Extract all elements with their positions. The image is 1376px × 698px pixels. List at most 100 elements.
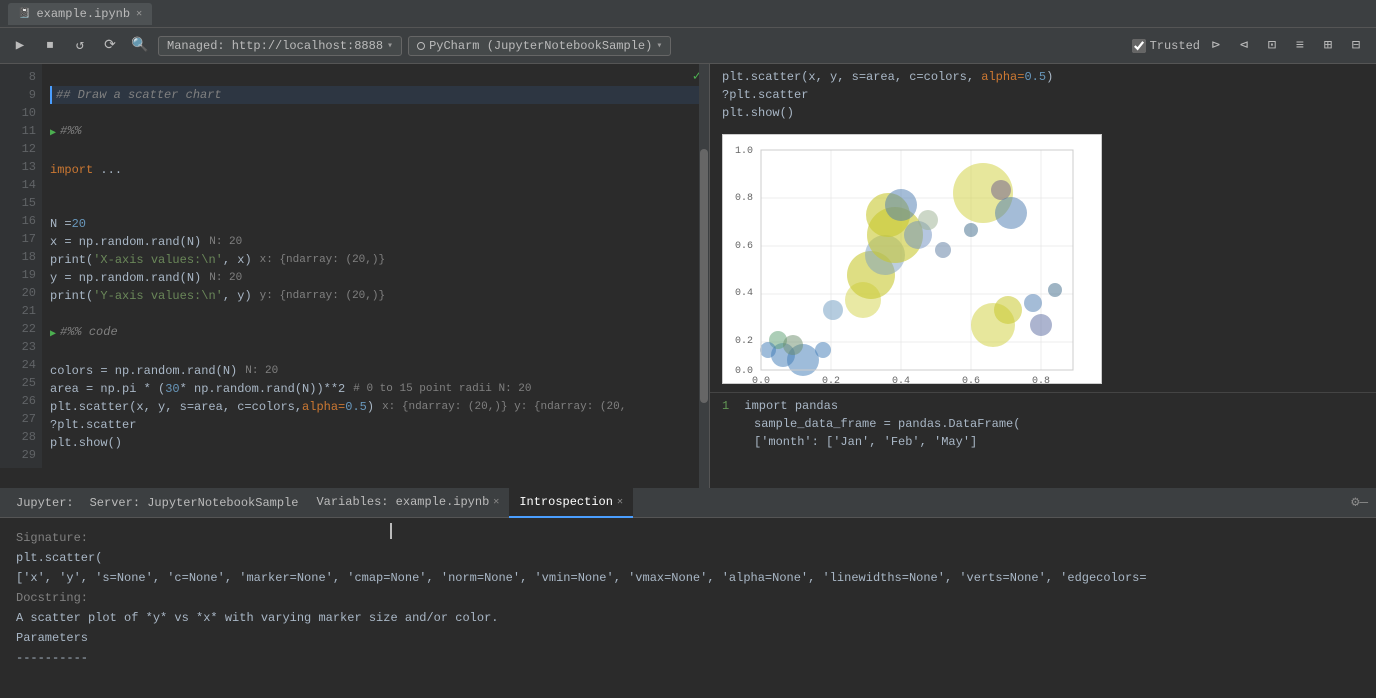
toolbar-btn-t1[interactable]: ⊳ — [1204, 34, 1228, 58]
line18-print: print( — [50, 251, 93, 269]
docstring-label-line: Docstring: — [16, 588, 1360, 608]
code-line-28: plt.show() — [50, 434, 701, 452]
line25-hint: # 0 to 15 point radii N: 20 — [353, 380, 531, 398]
line27-code: ?plt.scatter — [50, 416, 136, 434]
main-split: 89101112 1314151617 1819202122 232425262… — [0, 64, 1376, 488]
params-text: ['x', 'y', 's=None', 'c=None', 'marker=N… — [16, 571, 1147, 585]
tab-introspection[interactable]: Introspection ✕ — [509, 488, 633, 518]
toolbar-btn-t3[interactable]: ⊡ — [1260, 34, 1284, 58]
signature-line: Signature: — [16, 528, 1360, 548]
toolbar-btn-stop[interactable]: ⏹ — [38, 34, 62, 58]
scatter-chart-svg: 1.0 0.8 0.6 0.4 0.2 0.0 0.0 0.2 0.4 0.6 … — [723, 135, 1103, 385]
line17-code: x = np.random.rand(N) — [50, 233, 201, 251]
signature-code-line: plt.scatter( — [16, 548, 1360, 568]
code-line-22: ▶ #%% code — [50, 323, 701, 344]
line19-hint: N: 20 — [209, 269, 242, 287]
svg-text:0.0: 0.0 — [735, 366, 753, 377]
line11-text: #%% — [60, 122, 82, 140]
line20-hint: y: {ndarray: (20,)} — [260, 287, 385, 305]
params-header: Parameters — [16, 631, 88, 645]
bubble — [1048, 283, 1062, 297]
line26-alphaval: 0.5 — [345, 398, 367, 416]
code-line-23 — [50, 344, 701, 362]
toolbar-btn-t5[interactable]: ⊞ — [1316, 34, 1340, 58]
svg-text:1.0: 1.0 — [735, 146, 753, 157]
code-line-17: x = np.random.rand(N) N: 20 — [50, 233, 701, 251]
line18-hint: x: {ndarray: (20,)} — [260, 251, 385, 269]
code-line-18: print( 'X-axis values:\n' , x) x: {ndarr… — [50, 251, 701, 269]
title-tab-close[interactable]: ✕ — [136, 8, 142, 20]
code-line-25: area = np.pi * ( 30 * np.random.rand(N))… — [50, 380, 701, 398]
code-line-26: plt.scatter(x, y, s=area, c=colors, alph… — [50, 398, 701, 416]
kernel-dropdown-arrow: ▾ — [656, 40, 662, 52]
output-line-1: plt.scatter(x, y, s=area, c=colors, alph… — [722, 68, 1364, 86]
line24-code: colors = np.random.rand(N) — [50, 362, 237, 380]
url-bar[interactable]: Managed: http://localhost:8888 ▾ — [158, 36, 402, 56]
params-sep-line: ---------- — [16, 648, 1360, 668]
bubble — [964, 223, 978, 237]
code-line-14 — [50, 179, 701, 197]
kernel-label: PyCharm (JupyterNotebookSample) — [429, 39, 652, 53]
tab-variables-close[interactable]: ✕ — [493, 496, 499, 508]
params-line: ['x', 'y', 's=None', 'c=None', 'marker=N… — [16, 568, 1360, 588]
svg-text:0.6: 0.6 — [735, 241, 753, 252]
title-bar: 📓 example.ipynb ✕ — [0, 0, 1376, 28]
kernel-bar[interactable]: PyCharm (JupyterNotebookSample) ▾ — [408, 36, 671, 56]
line26-alpha: alpha= — [302, 398, 345, 416]
jupyter-label: Jupyter: — [8, 496, 82, 510]
bottom-line2: sample_data_frame = pandas.DataFrame( — [754, 417, 1020, 431]
toolbar-btn-t2[interactable]: ⊲ — [1232, 34, 1256, 58]
bubble — [783, 335, 803, 355]
cell-number: 1 — [722, 399, 729, 413]
bubble — [815, 342, 831, 358]
output-line-2: ?plt.scatter — [722, 86, 1364, 104]
toolbar-btn-search[interactable]: 🔍 — [128, 34, 152, 58]
bubble — [885, 189, 917, 221]
svg-text:0.8: 0.8 — [735, 193, 753, 204]
notebook-icon: 📓 — [18, 8, 30, 20]
toolbar: ▶ ⏹ ↺ ⟳ 🔍 Managed: http://localhost:8888… — [0, 28, 1376, 64]
line16-num: 20 — [72, 215, 86, 233]
line26-close: ) — [367, 398, 374, 416]
settings-icon[interactable]: ⚙ — [1351, 494, 1359, 511]
run-btn-11[interactable]: ▶ — [50, 122, 56, 143]
code-line-21 — [50, 305, 701, 323]
toolbar-btn-t6[interactable]: ⊟ — [1344, 34, 1368, 58]
tab-variables[interactable]: Variables: example.ipynb ✕ — [306, 488, 509, 518]
bubble — [935, 242, 951, 258]
docstring-text-line: A scatter plot of *y* vs *x* with varyin… — [16, 608, 1360, 628]
bubble — [995, 197, 1027, 229]
line13-import: import — [50, 161, 93, 179]
bottom-cell: 1 import pandas sample_data_frame = pand… — [710, 392, 1376, 455]
line16-n: N = — [50, 215, 72, 233]
line25-rest: * np.random.rand(N))**2 — [180, 380, 346, 398]
bubble — [760, 342, 776, 358]
editor-scrollbar-thumb[interactable] — [700, 149, 708, 403]
kernel-status-circle — [417, 42, 425, 50]
code-line-15 — [50, 197, 701, 215]
svg-text:0.4: 0.4 — [735, 288, 753, 299]
trusted-checkbox[interactable] — [1132, 39, 1146, 53]
tab-variables-label: Variables: example.ipynb — [316, 495, 489, 509]
toolbar-btn-refresh[interactable]: ⟳ — [98, 34, 122, 58]
title-tab[interactable]: 📓 example.ipynb ✕ — [8, 3, 152, 25]
line26-hint: x: {ndarray: (20,)} y: {ndarray: (20, — [382, 398, 626, 416]
line25-num: 30 — [165, 380, 179, 398]
tab-introspection-close[interactable]: ✕ — [617, 496, 623, 508]
code-line-11: ▶ #%% — [50, 122, 701, 143]
output-code: plt.scatter(x, y, s=area, c=colors, alph… — [710, 64, 1376, 126]
bubble — [991, 180, 1011, 200]
toolbar-btn-t4[interactable]: ≡ — [1288, 34, 1312, 58]
right-pane: plt.scatter(x, y, s=area, c=colors, alph… — [710, 64, 1376, 488]
code-line-27: ?plt.scatter — [50, 416, 701, 434]
run-btn-22[interactable]: ▶ — [50, 323, 56, 344]
url-text: Managed: http://localhost:8888 — [167, 39, 383, 53]
code-line-10 — [50, 104, 701, 122]
toolbar-btn-run[interactable]: ▶ — [8, 34, 32, 58]
signature-code: plt.scatter( — [16, 551, 102, 565]
editor-scrollbar[interactable] — [699, 64, 709, 488]
bubble — [1030, 314, 1052, 336]
minimize-icon[interactable]: — — [1360, 495, 1368, 511]
toolbar-btn-restart[interactable]: ↺ — [68, 34, 92, 58]
editor-pane: 89101112 1314151617 1819202122 232425262… — [0, 64, 710, 488]
